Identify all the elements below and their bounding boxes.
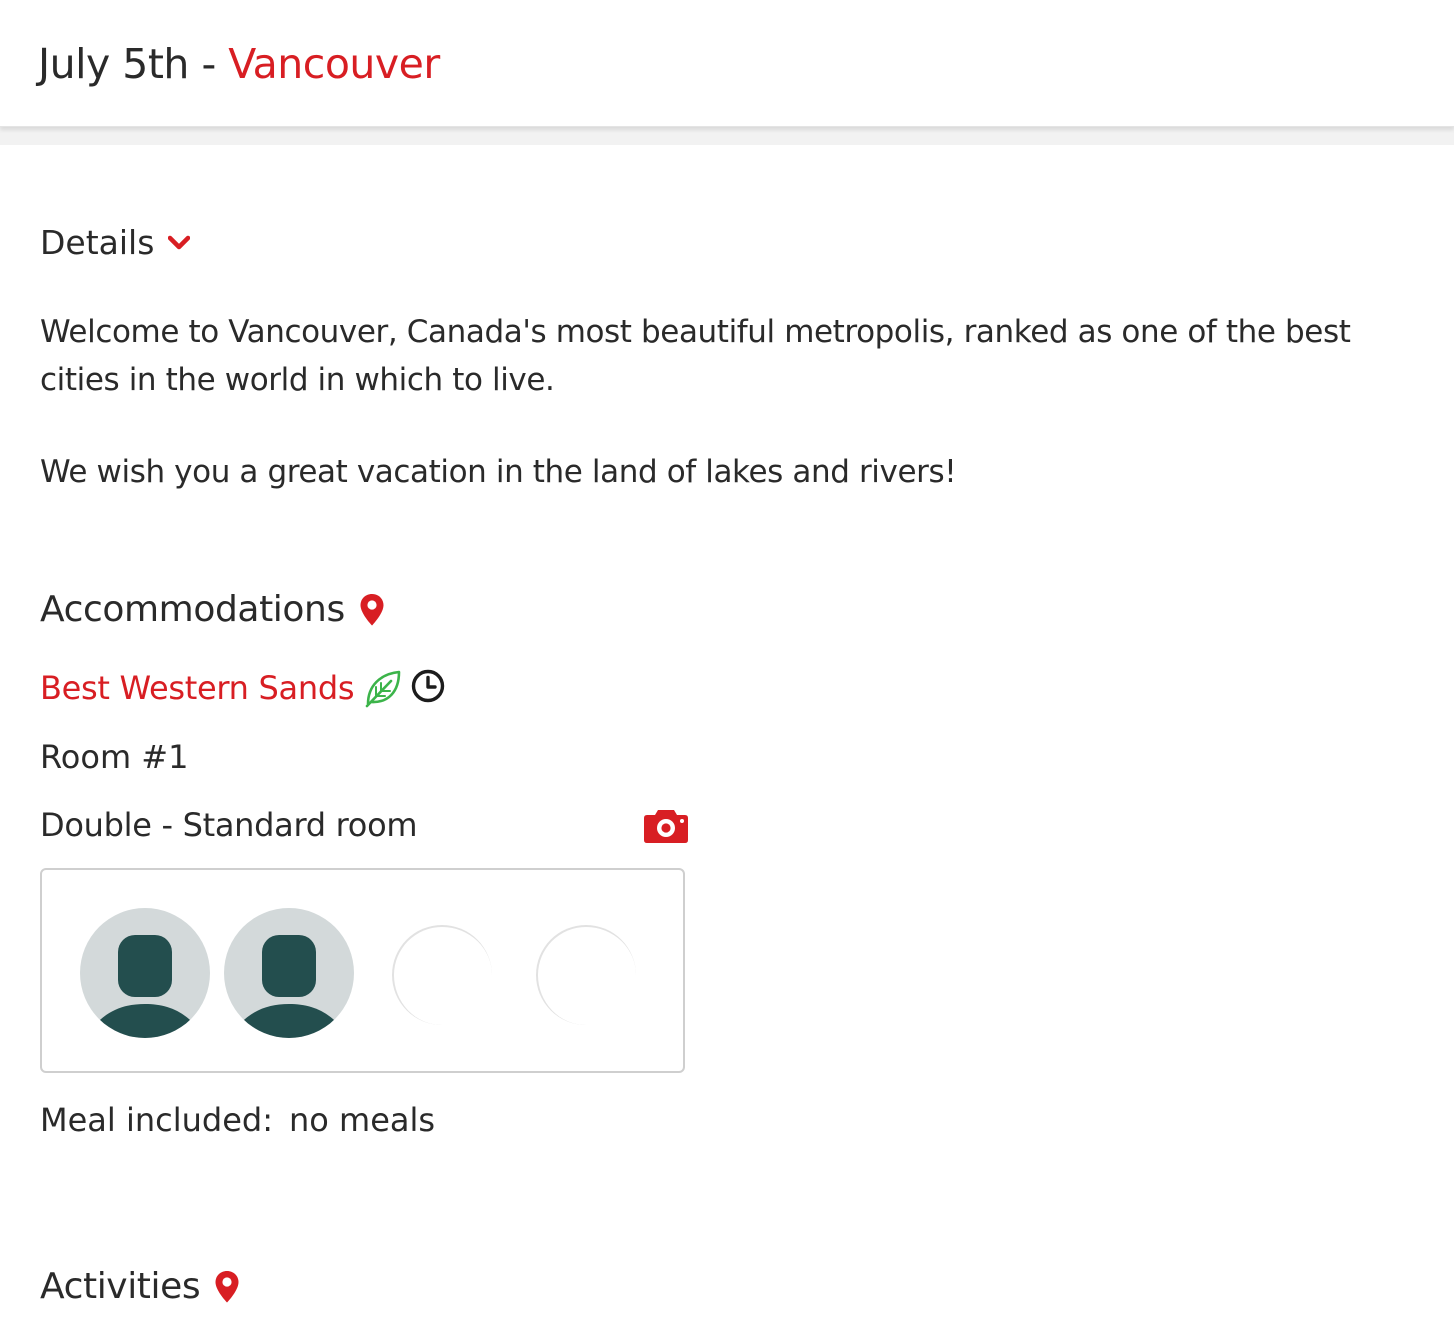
day-description: Welcome to Vancouver, Canada's most beau… <box>40 308 1430 496</box>
accommodations-heading: Accommodations <box>40 586 385 634</box>
room-number: Room #1 <box>40 738 189 776</box>
camera-icon[interactable] <box>643 806 689 844</box>
activities-title: Activities <box>40 1266 201 1307</box>
description-paragraph: We wish you a great vacation in the land… <box>40 454 957 490</box>
occupant-avatar[interactable] <box>224 908 354 1038</box>
page-header: July 5th - Vancouver <box>0 0 1454 127</box>
hotel-row: Best Western Sands <box>40 665 446 711</box>
day-city: Vancouver <box>228 40 440 88</box>
eco-leaf-icon <box>365 670 401 708</box>
meal-info: Meal included: no meals <box>40 1097 435 1143</box>
clock-icon[interactable] <box>410 668 446 704</box>
map-pin-icon[interactable] <box>359 593 385 627</box>
room-type: Double - Standard room <box>40 806 418 844</box>
hotel-name-link[interactable]: Best Western Sands <box>40 665 355 711</box>
empty-slot-icon[interactable] <box>536 925 636 1025</box>
day-date: July 5th <box>38 40 189 88</box>
description-paragraph: Welcome to Vancouver, Canada's most beau… <box>40 314 1351 398</box>
occupant-avatar[interactable] <box>80 908 210 1038</box>
activities-heading: Activities <box>40 1263 240 1311</box>
chevron-down-icon <box>168 235 191 251</box>
person-avatar-icon <box>238 935 340 1038</box>
empty-slot-icon[interactable] <box>392 925 492 1025</box>
header-divider-band <box>0 127 1454 145</box>
page-title: July 5th - Vancouver <box>38 36 440 92</box>
details-toggle[interactable]: Details <box>40 221 191 265</box>
room-occupancy-panel <box>40 868 685 1073</box>
title-separator: - <box>188 40 229 88</box>
accommodations-title: Accommodations <box>40 589 345 630</box>
map-pin-icon[interactable] <box>214 1270 240 1304</box>
details-label: Details <box>40 223 155 262</box>
person-avatar-icon <box>94 935 196 1038</box>
meal-label: Meal included: <box>40 1101 273 1139</box>
meal-value: no meals <box>289 1101 436 1139</box>
